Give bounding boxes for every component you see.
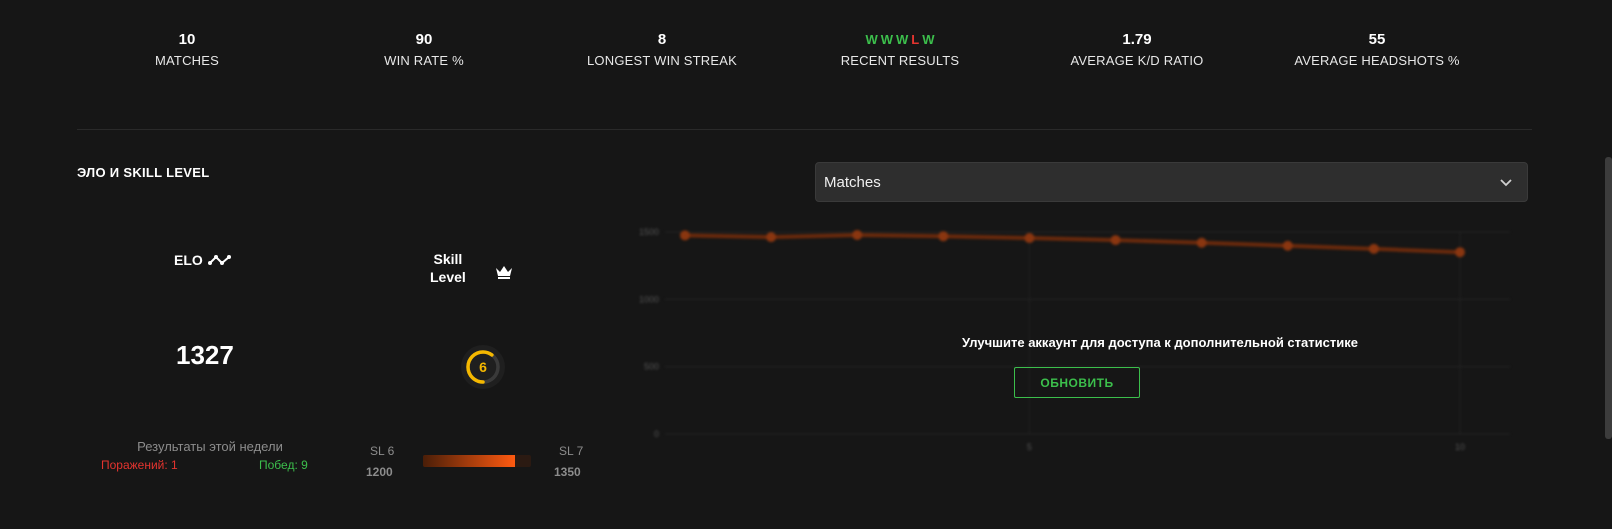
chart-x-tick: 5 bbox=[1027, 442, 1032, 452]
chart-mode-select[interactable]: Matches bbox=[815, 162, 1528, 202]
sl-next-label: SL 7 bbox=[559, 444, 584, 458]
stat-label: AVERAGE HEADSHOTS % bbox=[1294, 53, 1460, 68]
result-badge: W bbox=[896, 32, 909, 47]
stat-average-kd: 1.79 AVERAGE K/D RATIO bbox=[1027, 30, 1247, 68]
stat-value: 90 bbox=[415, 31, 433, 48]
chart-point bbox=[1368, 243, 1379, 254]
sl-next-elo: 1350 bbox=[554, 465, 581, 479]
week-wins: Побед: 9 bbox=[259, 458, 308, 472]
chart-x-tick: 10 bbox=[1455, 442, 1465, 452]
sl-current-label: SL 6 bbox=[370, 444, 395, 458]
elo-label: ELO bbox=[174, 252, 203, 268]
scrollbar[interactable] bbox=[1605, 157, 1612, 439]
skill-level-header: Skill Level bbox=[430, 250, 466, 286]
stat-win-rate: 90 WIN RATE % bbox=[314, 30, 534, 68]
section-divider bbox=[77, 129, 1532, 130]
stat-average-headshots: 55 AVERAGE HEADSHOTS % bbox=[1267, 30, 1487, 68]
chart-point bbox=[1024, 233, 1035, 244]
section-title: ЭЛО И SKILL LEVEL bbox=[77, 165, 210, 180]
stat-recent-results: WWWLW RECENT RESULTS bbox=[790, 30, 1010, 68]
chart-point bbox=[852, 229, 863, 240]
week-losses: Поражений: 1 bbox=[101, 458, 178, 472]
stat-matches: 10 MATCHES bbox=[77, 30, 297, 68]
stat-label: LONGEST WIN STREAK bbox=[587, 53, 737, 68]
stat-value: 8 bbox=[657, 31, 667, 48]
elo-graph-icon bbox=[207, 255, 231, 265]
chart-point bbox=[680, 230, 690, 241]
stat-value: 1.79 bbox=[1122, 31, 1152, 48]
result-badge: W bbox=[880, 32, 894, 47]
stat-label: WIN RATE % bbox=[384, 53, 464, 68]
sl-progress-fill bbox=[423, 455, 515, 467]
chart-point bbox=[1282, 240, 1293, 251]
result-badge: W bbox=[922, 32, 935, 47]
recent-results-list: WWWLW bbox=[790, 30, 1010, 50]
chart-y-tick: 1000 bbox=[639, 294, 659, 304]
elo-value: 1327 bbox=[176, 340, 234, 370]
skill-label-line2: Level bbox=[430, 269, 466, 285]
chevron-down-icon bbox=[1500, 179, 1512, 187]
result-badge: L bbox=[911, 32, 920, 47]
chart-y-tick: 1500 bbox=[639, 227, 659, 237]
result-badge: W bbox=[865, 32, 878, 47]
chart-point bbox=[1455, 247, 1465, 258]
upgrade-message: Улучшите аккаунт для доступа к дополните… bbox=[962, 335, 1358, 350]
stat-label: RECENT RESULTS bbox=[840, 53, 960, 68]
stat-label: MATCHES bbox=[155, 53, 219, 68]
stats-bar: 10 MATCHES 90 WIN RATE % 8 LONGEST WIN S… bbox=[77, 30, 1527, 80]
elo-header: ELO bbox=[174, 252, 232, 268]
stat-label: AVERAGE K/D RATIO bbox=[1070, 53, 1204, 68]
chart-series-line bbox=[684, 232, 1461, 255]
week-results-title: Результаты этой недели bbox=[137, 439, 283, 454]
sl-current-elo: 1200 bbox=[366, 465, 393, 479]
chart-point bbox=[938, 231, 949, 242]
stat-value: 10 bbox=[178, 31, 196, 48]
chart-point bbox=[1196, 237, 1207, 248]
sl-progress-bar bbox=[423, 455, 531, 467]
skill-level-badge: 6 bbox=[461, 345, 505, 389]
skill-label-line1: Skill bbox=[433, 251, 463, 267]
chart-point bbox=[766, 232, 777, 243]
chart-y-tick: 500 bbox=[644, 362, 659, 372]
stat-value: 55 bbox=[1368, 31, 1386, 48]
chart-y-tick: 0 bbox=[654, 429, 659, 439]
stat-longest-win-streak: 8 LONGEST WIN STREAK bbox=[552, 30, 772, 68]
chart-point bbox=[1110, 235, 1121, 246]
upgrade-button[interactable]: ОБНОВИТЬ bbox=[1014, 367, 1140, 398]
skill-level-number: 6 bbox=[479, 359, 487, 375]
select-value: Matches bbox=[824, 174, 881, 191]
crown-icon bbox=[496, 266, 512, 279]
